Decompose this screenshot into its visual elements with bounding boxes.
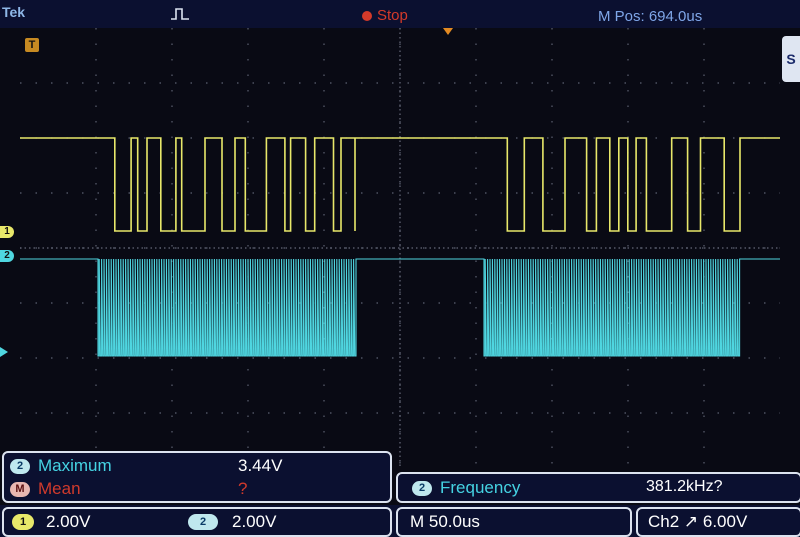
frequency-value: 381.2kHz? — [646, 478, 723, 495]
trigger-level-marker — [0, 347, 8, 357]
trigger-position-marker: T — [25, 38, 39, 52]
ch1-badge: 1 — [12, 514, 34, 530]
ch2-ground-marker: 2 — [0, 250, 14, 262]
stop-indicator-icon — [362, 10, 372, 21]
measurement-value: 3.44V — [238, 456, 283, 475]
graticule — [20, 28, 780, 468]
measurement-row-maximum[interactable]: 2 Maximum 3.44V — [10, 456, 390, 476]
brand-label: Tek — [2, 4, 26, 20]
acquisition-status: Stop — [362, 7, 408, 24]
measurement-label: Mean — [38, 479, 81, 498]
trigger-pulse-icon — [171, 8, 189, 20]
measurement-panel: 2 Maximum 3.44V M Mean ? — [2, 451, 392, 503]
settings-bar: 1 2.00V 2 2.00V M 50.0us Ch2 ↗ 6.00V — [0, 505, 800, 537]
frequency-measurement[interactable]: 2 Frequency 381.2kHz? — [396, 472, 800, 503]
timebase-readout[interactable]: M 50.0us — [396, 507, 632, 537]
measurement-row-mean[interactable]: M Mean ? — [10, 479, 390, 499]
ch2-badge: 2 — [188, 514, 218, 530]
trigger-readout[interactable]: Ch2 ↗ 6.00V — [636, 507, 800, 537]
trigger-setting: Ch2 ↗ 6.00V — [648, 512, 748, 531]
frequency-label: Frequency — [440, 478, 521, 497]
side-menu-tab[interactable]: S — [782, 36, 800, 82]
horizontal-position-readout: M Pos: 694.0us — [598, 8, 703, 25]
trigger-time-marker-icon — [443, 28, 453, 35]
vertical-scale-readout[interactable]: 1 2.00V 2 2.00V — [2, 507, 392, 537]
ch1-volts-per-div: 2.00V — [46, 512, 91, 531]
status-bar: Tek Stop M Pos: 694.0us — [0, 0, 800, 28]
math-source-badge: M — [10, 482, 30, 498]
oscilloscope-screen: Tek Stop M Pos: 694.0us T 1 2 S 2 Maximum… — [0, 0, 800, 537]
ch2-source-badge: 2 — [412, 481, 432, 497]
waveform-display — [20, 28, 780, 468]
measurement-value: ? — [238, 479, 248, 498]
acquisition-status-label: Stop — [377, 7, 408, 24]
measurement-label: Maximum — [38, 456, 112, 475]
time-per-div: M 50.0us — [410, 512, 480, 531]
ch1-ground-marker: 1 — [0, 226, 14, 238]
ch2-volts-per-div: 2.00V — [232, 512, 277, 531]
ch2-source-badge: 2 — [10, 459, 30, 475]
